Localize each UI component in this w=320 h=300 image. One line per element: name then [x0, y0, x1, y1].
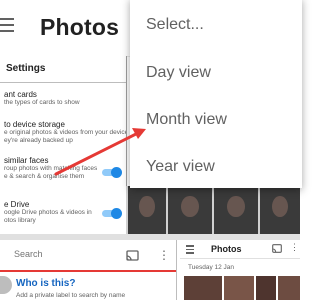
- photo-grid: [126, 186, 300, 234]
- photo-thumbnail[interactable]: [224, 276, 254, 300]
- date-header: Tuesday 12 Jan: [188, 264, 235, 271]
- setting-title: e Drive: [4, 200, 30, 209]
- setting-title: ant cards: [4, 90, 37, 99]
- settings-header: Settings: [0, 56, 126, 83]
- view-menu: Select... Day view Month view Year view: [130, 0, 302, 188]
- setting-title: similar faces: [4, 156, 49, 165]
- mini-photos-panel: Photos ⋮ Tuesday 12 Jan: [180, 240, 300, 300]
- photo-thumbnail[interactable]: [214, 186, 258, 234]
- setting-desc: ey're already backed up: [4, 137, 73, 144]
- app-title: Photos: [40, 14, 120, 40]
- setting-desc: the types of cards to show: [4, 99, 80, 106]
- who-is-this-desc: Add a private label to search by name: [16, 292, 126, 299]
- settings-item-google-drive[interactable]: e Drive oogle Drive photos & videos in o…: [4, 200, 92, 225]
- who-is-this-title[interactable]: Who is this?: [16, 278, 75, 289]
- photo-thumbnail[interactable]: [278, 276, 300, 300]
- mini-app-bar: Photos ⋮: [180, 240, 300, 259]
- search-input[interactable]: [14, 249, 104, 259]
- menu-item-select[interactable]: Select...: [146, 16, 204, 34]
- menu-item-month-view[interactable]: Month view: [146, 111, 227, 129]
- setting-title: to device storage: [4, 120, 65, 129]
- photo-thumbnail[interactable]: [128, 186, 166, 234]
- more-vert-icon[interactable]: ⋮: [158, 248, 170, 262]
- menu-icon[interactable]: [186, 245, 194, 256]
- google-drive-toggle[interactable]: [102, 208, 122, 219]
- menu-item-day-view[interactable]: Day view: [146, 64, 211, 82]
- mini-app-title: Photos: [211, 244, 242, 254]
- more-vert-icon[interactable]: ⋮: [290, 242, 299, 253]
- photo-thumbnail[interactable]: [260, 186, 300, 234]
- cast-icon[interactable]: [126, 250, 139, 261]
- settings-panel: Settings ant cards the types of cards to…: [0, 56, 127, 232]
- settings-title: Settings: [6, 63, 46, 74]
- search-bar: ⋮: [0, 240, 176, 272]
- menu-item-year-view[interactable]: Year view: [146, 158, 215, 176]
- cast-icon[interactable]: [272, 244, 282, 253]
- photo-thumbnail[interactable]: [184, 276, 222, 300]
- setting-desc: e original photos & videos from your dev…: [4, 129, 127, 136]
- settings-item-similar-faces[interactable]: similar faces roup photos with matching …: [4, 156, 97, 181]
- avatar: [0, 276, 12, 294]
- settings-item-cards[interactable]: ant cards the types of cards to show: [4, 90, 80, 107]
- photo-thumbnail[interactable]: [168, 186, 212, 234]
- menu-icon[interactable]: [0, 18, 16, 34]
- setting-desc: otos library: [4, 217, 36, 224]
- settings-item-device-storage[interactable]: to device storage e original photos & vi…: [4, 120, 127, 145]
- similar-faces-toggle[interactable]: [102, 167, 122, 178]
- setting-desc: e & search & organise them: [4, 173, 85, 180]
- setting-desc: oogle Drive photos & videos in: [4, 209, 92, 216]
- search-panel: ⋮ Who is this? Add a private label to se…: [0, 240, 177, 300]
- photo-thumbnail[interactable]: [256, 276, 276, 300]
- setting-desc: roup photos with matching faces: [4, 165, 98, 172]
